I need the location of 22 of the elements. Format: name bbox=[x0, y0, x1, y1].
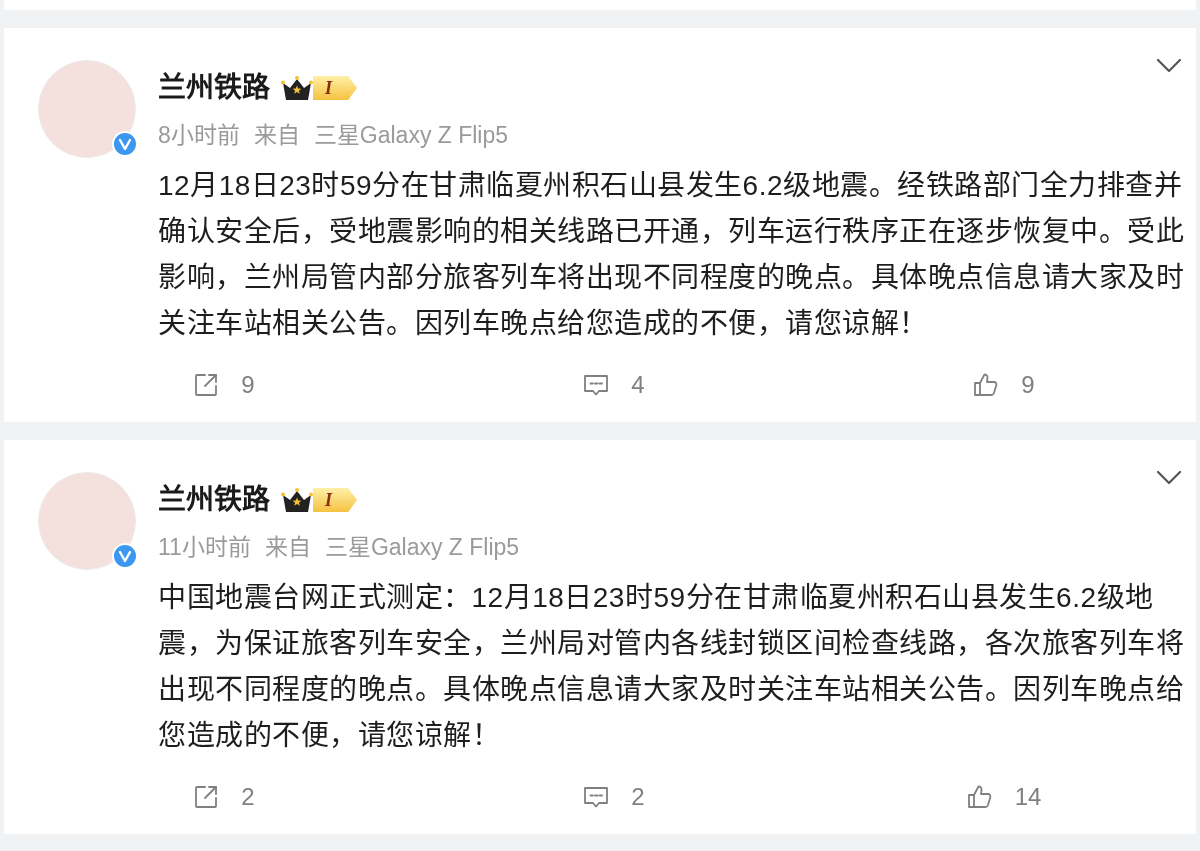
author-name[interactable]: 兰州铁路 bbox=[158, 70, 270, 106]
post-text: 12月18日23时59分在甘肃临夏州积石山县发生6.2级地震。经铁路部门全力排查并确认安全后，受地震影响的相关线路已开通，列车运行秩序正在逐步恢复中。受此影响，兰州局管内部分旅客列车将出现不同程度的晚点。具体晚点信息请大家及时关注车站相关公告。因列车晚点给您造成的不便，请您谅解！ bbox=[158, 169, 1185, 341]
source-label: 来自 bbox=[253, 121, 300, 150]
chevron-down-icon[interactable] bbox=[1156, 470, 1182, 486]
like-button[interactable]: 9 bbox=[971, 370, 1035, 400]
level-badge: I bbox=[313, 488, 357, 512]
level-badge: I bbox=[313, 76, 357, 100]
source-label: 来自 bbox=[264, 533, 311, 562]
post-time: 8小时前 bbox=[158, 121, 240, 150]
chevron-down-icon[interactable] bbox=[1156, 58, 1182, 74]
like-button[interactable]: 14 bbox=[964, 782, 1042, 812]
source-device: 三星Galaxy Z Flip5 bbox=[313, 121, 509, 150]
crown-icon bbox=[281, 75, 313, 101]
comment-button[interactable]: 2 bbox=[581, 782, 645, 812]
post-text: 中国地震台网正式测定：12月18日23时59分在甘肃临夏州积石山县发生6.2级地震，为保证旅客列车安全，兰州局对管内各线封锁区间检查线路，各次旅客列车将出现不同程度的晚点。具体晚点信息请大家及时关注车站相关公告。因列车晚点给您造成的不便，请您谅解！ bbox=[158, 581, 1185, 753]
crown-icon bbox=[281, 487, 313, 513]
repost-button[interactable]: 2 bbox=[191, 782, 255, 812]
post-time: 11小时前 bbox=[158, 533, 251, 562]
source-device: 三星Galaxy Z Flip5 bbox=[324, 533, 520, 562]
author-name[interactable]: 兰州铁路 bbox=[158, 482, 270, 518]
comment-button[interactable]: 4 bbox=[581, 370, 645, 400]
repost-button[interactable]: 9 bbox=[191, 370, 255, 400]
